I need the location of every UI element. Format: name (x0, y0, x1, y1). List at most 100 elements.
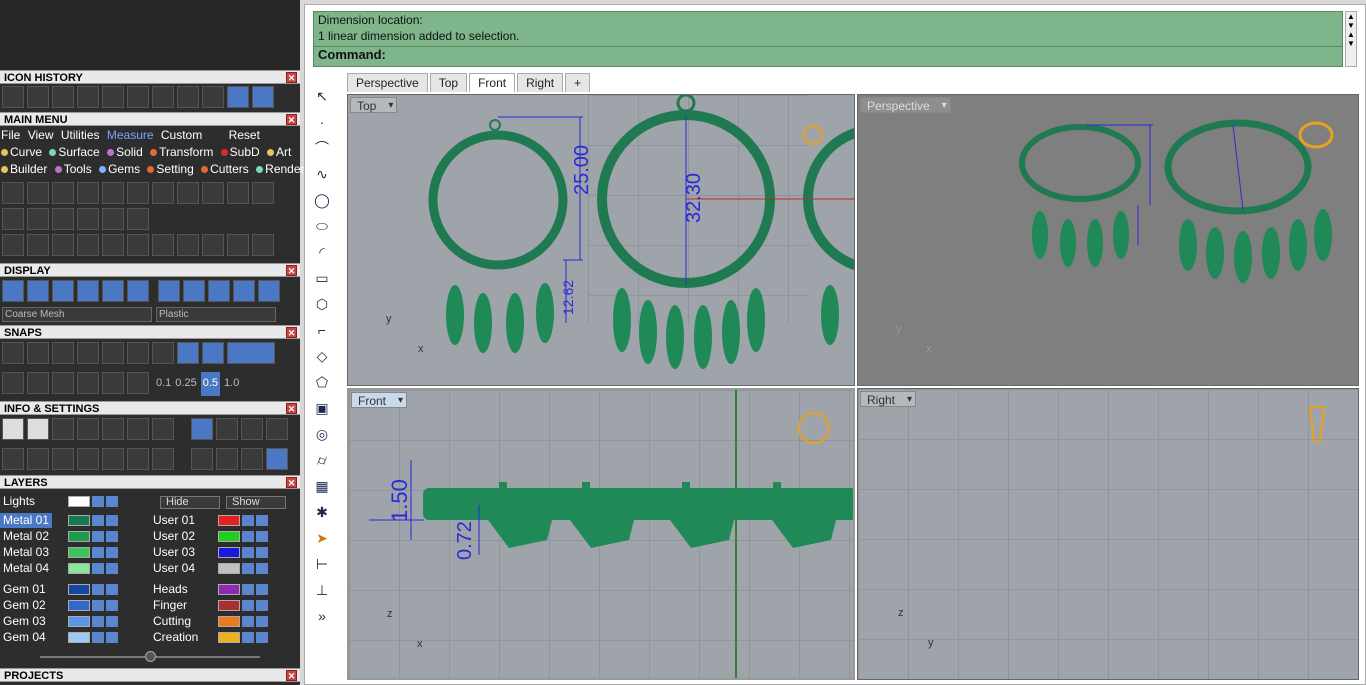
lock-icon[interactable] (242, 531, 254, 543)
hide-button[interactable]: Hide (160, 496, 220, 509)
tool-icon[interactable] (202, 86, 224, 108)
transform-icon[interactable]: ➤ (311, 527, 333, 549)
tool-icon[interactable] (52, 448, 74, 470)
visibility-icon[interactable] (106, 515, 118, 527)
lock-icon[interactable] (242, 547, 254, 559)
close-icon[interactable]: ✕ (286, 327, 297, 338)
tool-icon[interactable] (216, 448, 238, 470)
close-icon[interactable]: ✕ (286, 477, 297, 488)
layer-color-swatch[interactable] (68, 547, 90, 559)
lock-icon[interactable] (242, 584, 254, 596)
menu-render[interactable]: Render (256, 162, 305, 176)
tool-icon[interactable] (191, 448, 213, 470)
layer-row[interactable]: Gem 04 (0, 630, 118, 645)
forward-arrow-icon[interactable] (252, 86, 274, 108)
tool-icon[interactable] (127, 448, 149, 470)
layer-name[interactable]: Metal 03 (0, 545, 52, 560)
close-icon[interactable]: ✕ (286, 265, 297, 276)
lock-icon[interactable] (242, 616, 254, 628)
lock-icon[interactable] (92, 563, 104, 575)
layer-color-swatch[interactable] (68, 563, 90, 575)
visibility-icon[interactable] (256, 547, 268, 559)
tool-icon[interactable] (152, 418, 174, 440)
text-icon[interactable] (27, 208, 49, 230)
viewport-front[interactable]: Front 1.50 0.72 z x (347, 388, 855, 680)
tool-icon[interactable] (191, 418, 213, 440)
analyze-icon[interactable]: ⊥ (311, 579, 333, 601)
close-icon[interactable]: ✕ (286, 72, 297, 83)
layer-row[interactable]: User 01 (150, 513, 268, 528)
ortho-icon[interactable] (227, 342, 275, 364)
layer-name[interactable]: User 01 (150, 513, 202, 528)
curve-icon[interactable]: ∿ (311, 163, 333, 185)
visibility-icon[interactable] (256, 616, 268, 628)
layer-name[interactable]: Metal 04 (0, 561, 52, 576)
menu-curve[interactable]: Curve (1, 145, 42, 159)
lock-icon[interactable] (242, 632, 254, 644)
tool-icon[interactable] (52, 86, 74, 108)
tool-icon[interactable] (77, 372, 99, 394)
layer-row[interactable]: Finger (150, 598, 268, 613)
settings-icon[interactable] (2, 418, 24, 440)
tool-icon[interactable] (77, 86, 99, 108)
material-select[interactable]: Plastic (156, 307, 276, 322)
visibility-icon[interactable] (106, 531, 118, 543)
lock-icon[interactable] (92, 584, 104, 596)
tool-icon[interactable] (27, 86, 49, 108)
material-sphere-icon[interactable] (183, 280, 205, 302)
mesh-icon[interactable]: ▦ (311, 475, 333, 497)
cube-icon[interactable] (27, 372, 49, 394)
layer-row[interactable]: Metal 01 (0, 513, 118, 528)
tool-icon[interactable] (52, 372, 74, 394)
layer-color-swatch[interactable] (68, 515, 90, 527)
dimension-icon[interactable] (102, 182, 124, 204)
rendered-icon[interactable] (52, 280, 74, 302)
visibility-icon[interactable] (106, 616, 118, 628)
polygon-icon[interactable]: ⬡ (311, 293, 333, 315)
layer-color-swatch[interactable] (218, 515, 240, 527)
search-icon[interactable] (27, 418, 49, 440)
dimension-icon[interactable] (2, 182, 24, 204)
tool-icon[interactable] (102, 372, 124, 394)
snap-icon[interactable] (27, 342, 49, 364)
dimension-icon[interactable] (252, 182, 274, 204)
lock-icon[interactable] (92, 547, 104, 559)
layer-row[interactable]: Creation (150, 630, 268, 645)
add-tab-button[interactable]: + (565, 73, 591, 92)
snap-icon[interactable] (2, 342, 24, 364)
menu-transform[interactable]: Transform (150, 145, 213, 159)
tool-icon[interactable] (177, 86, 199, 108)
visibility-icon[interactable] (256, 632, 268, 644)
text-block-icon[interactable] (52, 208, 74, 230)
dimension-icon[interactable] (77, 182, 99, 204)
wireframe-icon[interactable] (2, 280, 24, 302)
layer-name[interactable]: Gem 04 (0, 630, 52, 645)
lock-icon[interactable] (92, 531, 104, 543)
lights-layer[interactable]: Lights (0, 494, 118, 509)
point-icon[interactable]: · (311, 111, 333, 133)
tab-front[interactable]: Front (469, 73, 516, 92)
rendered-icon[interactable] (77, 280, 99, 302)
layer-name[interactable]: Gem 03 (0, 614, 52, 629)
visibility-icon[interactable] (106, 632, 118, 644)
tab-right[interactable]: Right (517, 73, 564, 92)
boolean-icon[interactable]: ◎ (311, 423, 333, 445)
move-icon[interactable] (102, 234, 124, 256)
snap-icon[interactable] (202, 342, 224, 364)
surface-icon[interactable]: ◇ (311, 345, 333, 367)
menu-reset[interactable]: Reset (229, 128, 260, 142)
tool-icon[interactable] (77, 418, 99, 440)
lock-icon[interactable] (92, 632, 104, 644)
close-icon[interactable]: ✕ (286, 670, 297, 681)
menu-tools[interactable]: Tools (54, 162, 92, 176)
tool-icon[interactable] (52, 234, 74, 256)
menu-view[interactable]: View (28, 128, 54, 142)
snap-icon[interactable] (102, 342, 124, 364)
menu-measure[interactable]: Measure (107, 128, 154, 142)
tool-icon[interactable] (152, 448, 174, 470)
layer-name[interactable]: Creation (150, 630, 202, 645)
layer-row[interactable]: User 04 (150, 561, 268, 576)
viewport-top[interactable]: Top 25.00 32.30 12.62 (347, 94, 855, 386)
dimension-icon[interactable] (177, 182, 199, 204)
mesh-select[interactable]: Coarse Mesh (2, 307, 152, 322)
